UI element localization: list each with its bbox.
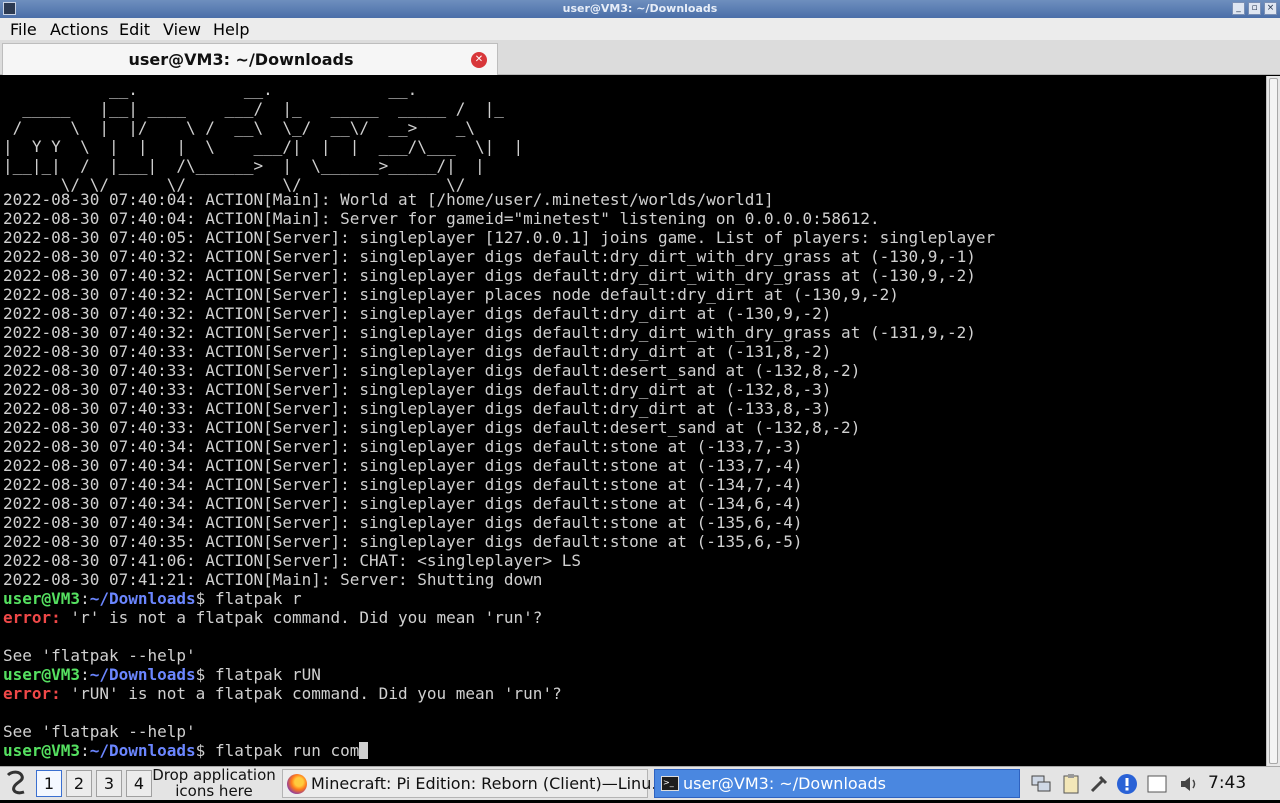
terminal-scrollbar[interactable] <box>1266 76 1280 766</box>
error-label: error: <box>3 684 61 703</box>
log-line: 2022-08-30 07:40:32: ACTION[Server]: sin… <box>3 247 976 266</box>
volume-icon[interactable] <box>1178 773 1200 795</box>
minetest-ascii-banner: __. __. __. _____ |__| ____ ___/ |_ ____… <box>3 80 523 194</box>
log-line: 2022-08-30 07:40:34: ACTION[Server]: sin… <box>3 513 803 532</box>
window-titlebar[interactable]: user@VM3: ~/Downloads _ ▫ × <box>0 0 1280 18</box>
menu-edit[interactable]: Edit <box>119 20 150 39</box>
workspace-3[interactable]: 3 <box>96 770 122 797</box>
banner-line: / \ | |/ \ / __\ \_/ __\/ __> _\ <box>12 118 476 137</box>
log-line: 2022-08-30 07:40:34: ACTION[Server]: sin… <box>3 494 803 513</box>
log-line: 2022-08-30 07:40:32: ACTION[Server]: sin… <box>3 304 832 323</box>
notes-icon[interactable] <box>1146 773 1168 795</box>
command-input: flatpak run com <box>214 741 360 760</box>
prompt-user: user@VM3 <box>3 741 81 760</box>
log-line: 2022-08-30 07:40:04: ACTION[Main]: World… <box>3 190 774 209</box>
log-line: 2022-08-30 07:40:33: ACTION[Server]: sin… <box>3 361 861 380</box>
log-line: 2022-08-30 07:40:33: ACTION[Server]: sin… <box>3 418 861 437</box>
drop-text-line-1: Drop application <box>152 766 276 784</box>
prompt-separator: : <box>80 741 90 760</box>
log-line: 2022-08-30 07:40:35: ACTION[Server]: sin… <box>3 532 803 551</box>
terminal-icon: >_ <box>661 776 679 791</box>
tab-close-icon[interactable]: ✕ <box>471 52 487 68</box>
log-line: 2022-08-30 07:41:21: ACTION[Main]: Serve… <box>3 570 543 589</box>
banner-line: |__|_| / |___| /\______> | \______>_____… <box>3 156 485 175</box>
close-window-icon[interactable]: × <box>1264 2 1277 15</box>
prompt-user: user@VM3 <box>3 665 81 684</box>
maximize-icon[interactable]: ▫ <box>1248 2 1261 15</box>
window-title: user@VM3: ~/Downloads <box>562 2 718 15</box>
task-button-terminal[interactable]: >_ user@VM3: ~/Downloads <box>654 769 1020 798</box>
current-prompt-line: user@VM3:~/Downloads$ flatpak run com <box>3 741 369 760</box>
log-line: 2022-08-30 07:40:32: ACTION[Server]: sin… <box>3 266 976 285</box>
prompt-dollar: $ <box>195 665 215 684</box>
taskbar: 1 2 3 4 Drop application icons here Mine… <box>0 766 1280 800</box>
log-line: 2022-08-30 07:40:34: ACTION[Server]: sin… <box>3 437 803 456</box>
prompt-separator: : <box>80 665 90 684</box>
hint-line: See 'flatpak --help' <box>3 646 196 665</box>
prompt-dollar: $ <box>195 741 215 760</box>
error-label: error: <box>3 608 61 627</box>
menu-help[interactable]: Help <box>213 20 249 39</box>
menu-view[interactable]: View <box>163 20 201 39</box>
task-label: user@VM3: ~/Downloads <box>683 774 886 793</box>
prompt-line: user@VM3:~/Downloads$ flatpak rUN <box>3 665 321 684</box>
log-line: 2022-08-30 07:40:33: ACTION[Server]: sin… <box>3 380 832 399</box>
error-message: 'r' is not a flatpak command. Did you me… <box>70 608 543 627</box>
banner-line: _____ |__| ____ ___/ |_ _____ _____ / |_ <box>22 99 504 118</box>
terminal-log: 2022-08-30 07:40:04: ACTION[Main]: World… <box>3 190 995 760</box>
prompt-dollar: $ <box>195 589 215 608</box>
task-label: Minecraft: Pi Edition: Reborn (Client)—L… <box>311 774 668 793</box>
error-line: error: 'r' is not a flatpak command. Did… <box>3 608 542 627</box>
tools-icon[interactable] <box>1088 773 1110 795</box>
log-line: 2022-08-30 07:40:34: ACTION[Server]: sin… <box>3 475 803 494</box>
firefox-icon <box>287 774 307 794</box>
start-menu-icon[interactable] <box>2 767 32 800</box>
tab-bar: user@VM3: ~/Downloads ✕ <box>0 40 1280 75</box>
prompt-line: user@VM3:~/Downloads$ flatpak r <box>3 589 302 608</box>
prompt-user: user@VM3 <box>3 589 81 608</box>
prompt-path: ~/Downloads <box>89 741 196 760</box>
log-line: 2022-08-30 07:40:05: ACTION[Server]: sin… <box>3 228 996 247</box>
drop-text-line-2: icons here <box>175 782 253 800</box>
log-line: 2022-08-30 07:40:32: ACTION[Server]: sin… <box>3 323 976 342</box>
log-line: 2022-08-30 07:40:34: ACTION[Server]: sin… <box>3 456 803 475</box>
log-line: 2022-08-30 07:40:32: ACTION[Server]: sin… <box>3 285 899 304</box>
error-message: 'rUN' is not a flatpak command. Did you … <box>70 684 562 703</box>
terminal-output[interactable]: __. __. __. _____ |__| ____ ___/ |_ ____… <box>0 76 1266 766</box>
minimize-icon[interactable]: _ <box>1232 2 1245 15</box>
workspace-1[interactable]: 1 <box>36 770 62 797</box>
hint-line: See 'flatpak --help' <box>3 722 196 741</box>
log-line: 2022-08-30 07:41:06: ACTION[Server]: CHA… <box>3 551 581 570</box>
log-line: 2022-08-30 07:40:33: ACTION[Server]: sin… <box>3 342 832 361</box>
menu-actions[interactable]: Actions <box>50 20 108 39</box>
banner-line: | Y Y \ | | | \ ___/| | | ___/\___ \| | <box>3 137 524 156</box>
task-button-minecraft[interactable]: Minecraft: Pi Edition: Reborn (Client)—L… <box>282 769 667 798</box>
workspace-4[interactable]: 4 <box>126 770 152 797</box>
info-icon[interactable] <box>1116 773 1138 795</box>
network-icon[interactable] <box>1030 773 1052 795</box>
menu-bar: File Actions Edit View Help <box>0 18 1280 40</box>
command-text: flatpak r <box>214 589 302 608</box>
prompt-path: ~/Downloads <box>89 665 196 684</box>
command-text: flatpak rUN <box>214 665 321 684</box>
clipboard-icon[interactable] <box>1060 773 1082 795</box>
log-line: 2022-08-30 07:40:33: ACTION[Server]: sin… <box>3 399 832 418</box>
launcher-drop-area[interactable]: Drop application icons here <box>152 767 276 799</box>
scrollbar-thumb[interactable] <box>1269 78 1278 764</box>
prompt-path: ~/Downloads <box>89 589 196 608</box>
tab-label: user@VM3: ~/Downloads <box>128 50 354 69</box>
error-line: error: 'rUN' is not a flatpak command. D… <box>3 684 562 703</box>
log-line: 2022-08-30 07:40:04: ACTION[Main]: Serve… <box>3 209 880 228</box>
menu-file[interactable]: File <box>10 20 37 39</box>
banner-line: __. __. __. <box>108 80 418 99</box>
prompt-separator: : <box>80 589 90 608</box>
tab-terminal[interactable]: user@VM3: ~/Downloads ✕ <box>2 43 498 75</box>
workspace-2[interactable]: 2 <box>66 770 92 797</box>
clock: 7:43 <box>1208 773 1247 793</box>
text-cursor <box>359 742 369 759</box>
